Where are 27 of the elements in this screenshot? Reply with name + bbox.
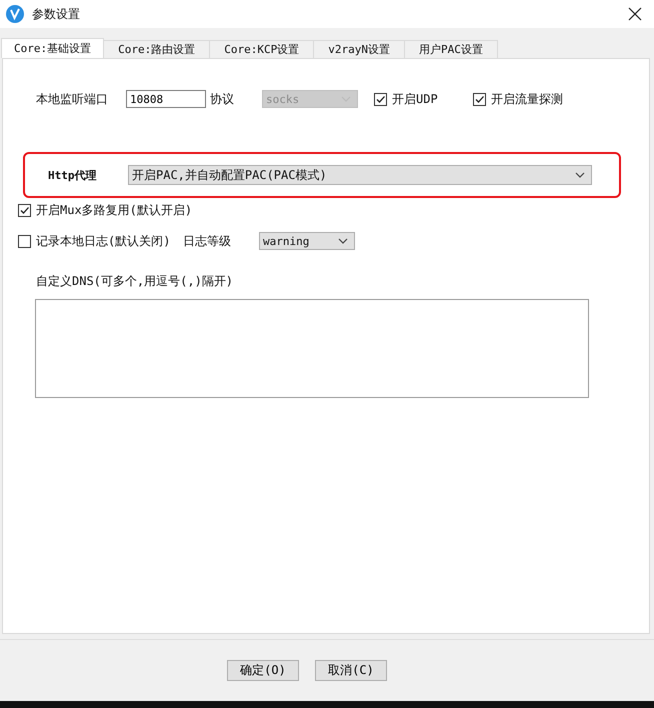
window-title: 参数设置 [32,6,80,22]
checkbox[interactable] [18,204,31,216]
close-icon [628,7,642,21]
checkbox[interactable] [473,92,486,106]
input-field[interactable]: 10808 [126,90,206,108]
checkbox[interactable] [374,92,387,106]
field-label: 协议 [210,90,235,108]
field-label: 本地监听端口 [36,90,109,108]
checkbox-label: 开启流量探测 [491,90,563,108]
checkbox-label: 开启Mux多路复用(默认开启) [36,202,192,218]
dialog-button[interactable]: 确定(O) [227,660,299,681]
tab[interactable]: 用户PAC设置 [404,40,498,58]
text-area[interactable] [35,299,589,398]
tab[interactable]: Core:基础设置 [1,38,104,58]
chevron-down-icon [575,172,585,178]
checkbox-label: 开启UDP [392,90,438,108]
dropdown[interactable]: warning [259,232,355,250]
checkbox[interactable] [18,234,31,248]
tab[interactable]: v2rayN设置 [313,40,405,58]
app-logo-icon [6,5,24,23]
checkbox-label: 记录本地日志(默认关闭) [36,232,170,250]
chevron-down-icon [338,238,348,244]
dialog-button[interactable]: 取消(C) [315,660,387,681]
field-label: 自定义DNS(可多个,用逗号(,)隔开) [36,273,234,290]
dropdown[interactable]: 开启PAC,并自动配置PAC(PAC模式) [128,165,592,185]
field-label: 日志等级 [183,232,232,250]
field-label: Http代理 [48,168,98,182]
